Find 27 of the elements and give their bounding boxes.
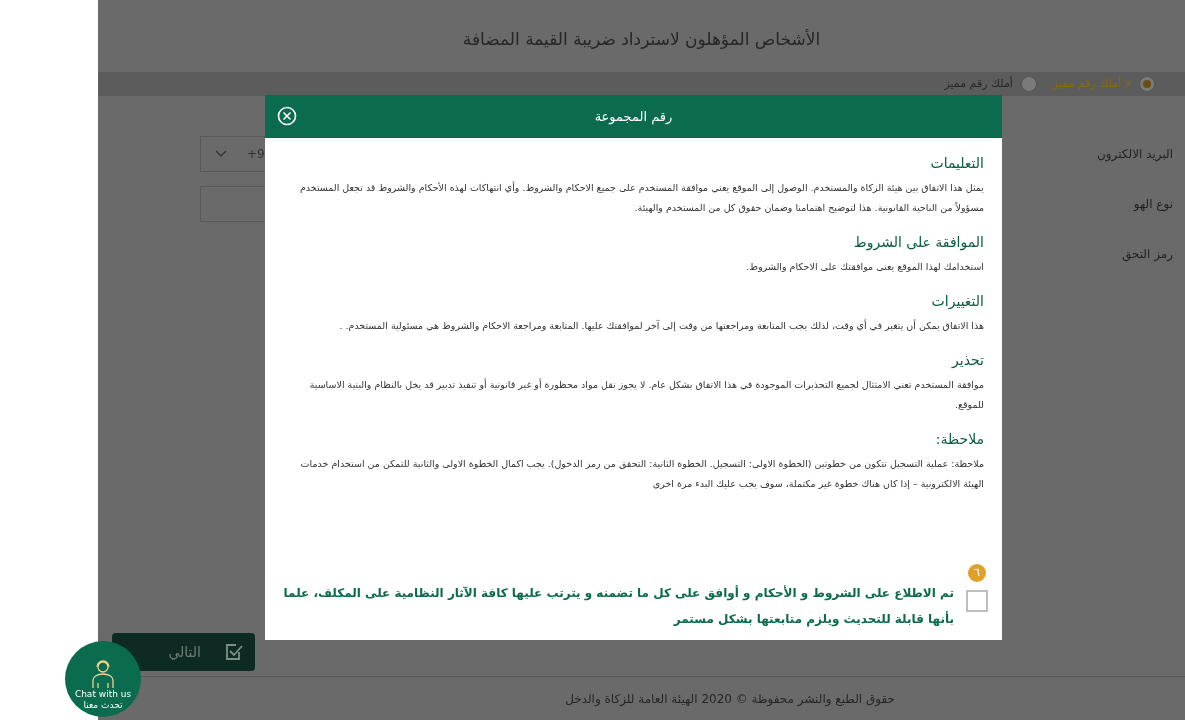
section-heading: ملاحظة: [934, 430, 984, 449]
checkbox-icon [225, 643, 243, 661]
radio-option[interactable]: لا أملك رقم مميز [1052, 75, 1155, 93]
copyright-text: حقوق الطبع والنشر محفوظة © 2020 الهيئة العامة للزكاة والدخل [565, 690, 895, 708]
agreement-text: تم الاطلاع على الشروط و الأحكام و أوافق على كل ما تضمنه و يترتب عليها كافة الآثار النظامية على المكلف، علما بأنها قابلة للتحديث ويلزم متابعتها بشكل مستمر [282, 584, 954, 629]
field-label: البريد الالكترون [1097, 146, 1173, 163]
section-heading: تحذير [950, 351, 984, 370]
field-label: نوع الهو [1133, 196, 1173, 213]
chevron-down-icon [215, 150, 227, 158]
page-title: الأشخاص المؤهلون لاسترداد ضريبة القيمة المضافة [462, 28, 821, 52]
section-heading: الموافقة على الشروط [852, 233, 984, 253]
field-label: رمز التحق [1121, 246, 1173, 263]
chat-label: Chat with us [74, 689, 132, 700]
step-badge: ٦ [968, 564, 986, 582]
section-text: موافقة المستخدم تعني الامتثال لجميع التحذيرات الموجودة في هذا الاتفاق بشكل عام. لا يجوز نقل مواد محظورة أو غير قانونية أو تنفيذ تدبير قد يخل بالنظام والبنية الاساسية للموقع. [308, 377, 984, 412]
chat-label-arabic: تحدث معنا [83, 700, 123, 711]
person-icon [90, 659, 116, 689]
section-text: هذا الاتفاق يمكن أن يتغير في أي وقت، لذلك يجب المتابعة ومراجعتها من وقت إلى آخر لموافقتك عليها. المتابعة ومراجعة الاحكام والشروط هي مسئولية المستخدم. . [338, 318, 984, 333]
section-text: ملاحظة: عملية التسجيل تتكون من خطوتين (الخطوة الاولى: التسجيل. الخطوة الثانية: التحقق من رمز الدخول). يجب اكمال الخطوة الاولى والثانية للتمكن من استخدام خدمات الهيئة الالكترونية – إذا كان هناك خطوة غير مكتملة، سوف يجب عليك البدء مرة اخرى [299, 457, 984, 491]
section-text: استخدامك لهذا الموقع يعنى موافقتك على الاحكام والشروط. [745, 260, 984, 274]
close-icon[interactable] [277, 106, 297, 126]
agreement-checkbox[interactable] [966, 590, 988, 612]
modal-title: رقم المجموعة [594, 107, 673, 127]
section-heading: التغييرات [930, 292, 984, 312]
section-text: يمثل هذا الاتفاق بين هيئة الزكاة والمستخدم. الوصول إلى الموقع يعني موافقة المستخدم على جميع الاحكام والشروط. وأي انتهاكات لهذه الأحكام والشروط قد تجعل المستخدم مسؤولاً من الناحية القانونية. هذا لتوضيح اهتمامنا وضمان حقوق كل من المستخدم والهيئة. [298, 180, 984, 215]
next-button[interactable]: التالي [112, 633, 255, 671]
section-heading: التعليمات [929, 154, 984, 173]
